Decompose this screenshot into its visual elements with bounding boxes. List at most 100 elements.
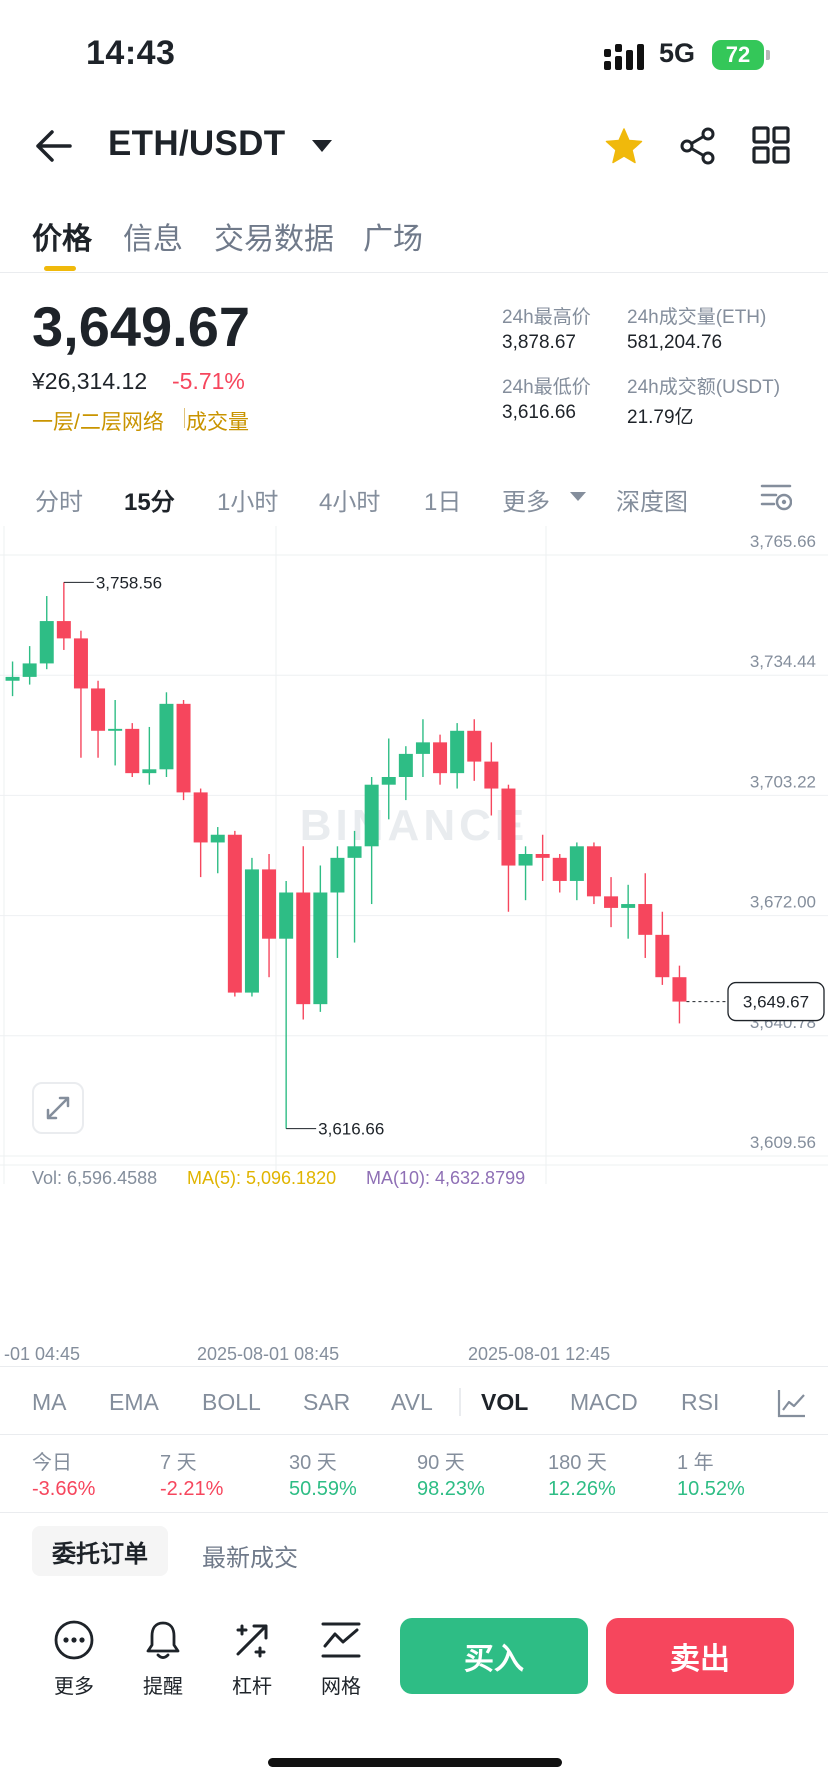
candle-body	[552, 857, 567, 881]
y-axis-labels: 3,765.663,734.443,703.223,672.003,640.78…	[750, 532, 816, 1152]
indicator-boll[interactable]: BOLL	[202, 1389, 261, 1416]
candle-body	[330, 857, 345, 893]
home-indicator[interactable]	[268, 1758, 562, 1767]
candle-body	[381, 776, 396, 785]
signal-icon	[604, 44, 644, 70]
tab-square[interactable]: 广场	[363, 214, 423, 258]
candle-body	[193, 792, 208, 843]
layer-network-link[interactable]: 一层/二层网络	[32, 406, 164, 436]
candle-body	[433, 742, 448, 774]
price-cny: ¥26,314.12	[32, 368, 148, 394]
sell-button[interactable]: 卖出	[606, 1618, 794, 1694]
indicator-rsi[interactable]: RSI	[681, 1389, 719, 1416]
indicator-settings-icon[interactable]	[777, 1388, 807, 1418]
caret-down-icon[interactable]	[312, 140, 332, 152]
indicator-ema[interactable]: EMA	[109, 1389, 159, 1416]
depth-chart-tab[interactable]: 深度图	[616, 482, 688, 517]
perf-label: 1 年	[677, 1452, 714, 1474]
price-chart[interactable]: BINANCE 3,765.66 3,734.44 3,703.22 3,672.00…	[0, 526, 828, 1184]
tab-open-orders[interactable]: 委托订单	[32, 1526, 168, 1576]
watermark: BINANCE	[300, 801, 528, 850]
grid-trading-icon[interactable]	[319, 1618, 363, 1662]
perf-value: -3.66%	[32, 1478, 96, 1500]
perf-label: 7 天	[160, 1452, 197, 1474]
perf-value: 12.26%	[548, 1478, 616, 1500]
timeframe-more[interactable]: 更多	[502, 482, 550, 517]
candles	[5, 582, 687, 1129]
caret-down-icon[interactable]	[570, 492, 586, 501]
pair-selector[interactable]: ETH/USDT	[108, 124, 285, 164]
y-axis-label: 3,703.22	[750, 772, 816, 791]
volume-ma5: MA(5): 5,096.1820	[187, 1168, 337, 1188]
bottom-grid-label[interactable]: 网格	[306, 1670, 376, 1699]
perf-label: 今日	[32, 1452, 72, 1474]
star-icon[interactable]	[604, 126, 644, 166]
perf-value: 50.59%	[289, 1478, 357, 1500]
candle-body	[296, 892, 311, 1005]
candle-body	[621, 904, 636, 908]
perf-value: -2.21%	[160, 1478, 224, 1500]
y-axis-label: 3,734.44	[750, 652, 816, 671]
stat-value-vol: 581,204.76	[627, 332, 723, 353]
buy-button[interactable]: 买入	[400, 1618, 588, 1694]
share-icon[interactable]	[678, 126, 718, 166]
divider	[459, 1388, 461, 1416]
expand-icon	[46, 1096, 70, 1120]
leverage-icon[interactable]	[230, 1618, 274, 1662]
candle-body	[347, 846, 362, 858]
bottom-alert-label[interactable]: 提醒	[128, 1670, 198, 1699]
timeframe-4h[interactable]: 4小时	[319, 482, 380, 517]
y-axis-label: 3,765.66	[750, 532, 816, 551]
candle-body	[604, 896, 619, 908]
x-axis-label: -01 04:45	[4, 1344, 81, 1364]
candle-body	[569, 846, 584, 881]
candle-body	[176, 703, 191, 793]
candle-body	[91, 688, 106, 731]
tab-active-indicator	[44, 266, 76, 271]
bottom-more-label[interactable]: 更多	[39, 1670, 109, 1699]
timeframe-1h[interactable]: 1小时	[217, 482, 278, 517]
timeframe-1d[interactable]: 1日	[424, 482, 461, 517]
stat-label-turnover: 24h成交额(USDT)	[627, 377, 781, 398]
candle-body	[484, 761, 499, 789]
grid-icon[interactable]	[752, 126, 790, 164]
candle-body	[586, 846, 601, 897]
perf-value: 10.52%	[677, 1478, 745, 1500]
bottom-leverage-label[interactable]: 杠杆	[217, 1670, 287, 1699]
battery-level: 72	[725, 42, 751, 67]
indicator-sar[interactable]: SAR	[303, 1389, 350, 1416]
tab-latest-trades[interactable]: 最新成交	[202, 1538, 298, 1573]
tab-info[interactable]: 信息	[123, 214, 183, 258]
bell-icon[interactable]	[141, 1618, 185, 1662]
tab-price[interactable]: 价格	[32, 214, 92, 258]
expand-chart-button[interactable]	[32, 1082, 84, 1134]
perf-label: 180 天	[548, 1452, 607, 1474]
back-arrow-icon[interactable]	[34, 128, 74, 164]
candle-body	[279, 892, 294, 939]
candle-body	[5, 676, 20, 681]
candle-body	[159, 703, 174, 770]
timeframe-line[interactable]: 分时	[35, 482, 83, 517]
timeframe-15m[interactable]: 15分	[124, 482, 175, 517]
more-dots-icon[interactable]	[52, 1618, 96, 1662]
candle-body	[467, 730, 482, 762]
candle-body	[22, 663, 37, 677]
candle-body	[415, 742, 430, 754]
x-axis-label: 2025-08-01 08:45	[197, 1344, 340, 1364]
stat-label-low: 24h最低价	[502, 377, 591, 398]
chart-settings-icon[interactable]	[760, 480, 792, 512]
indicator-avl[interactable]: AVL	[391, 1389, 433, 1416]
divider	[0, 1366, 828, 1367]
candle-body	[73, 638, 88, 689]
y-axis-label: 3,672.00	[750, 893, 816, 912]
candle-body	[210, 834, 225, 843]
status-time: 14:43	[86, 34, 176, 72]
stat-value-low: 3,616.66	[502, 402, 576, 423]
tab-trading-data[interactable]: 交易数据	[214, 214, 334, 258]
volume-link[interactable]: 成交量	[186, 406, 249, 436]
divider	[0, 1434, 828, 1435]
indicator-ma[interactable]: MA	[32, 1389, 67, 1416]
indicator-macd[interactable]: MACD	[570, 1389, 638, 1416]
candle-body	[518, 853, 533, 866]
indicator-vol[interactable]: VOL	[481, 1389, 528, 1416]
